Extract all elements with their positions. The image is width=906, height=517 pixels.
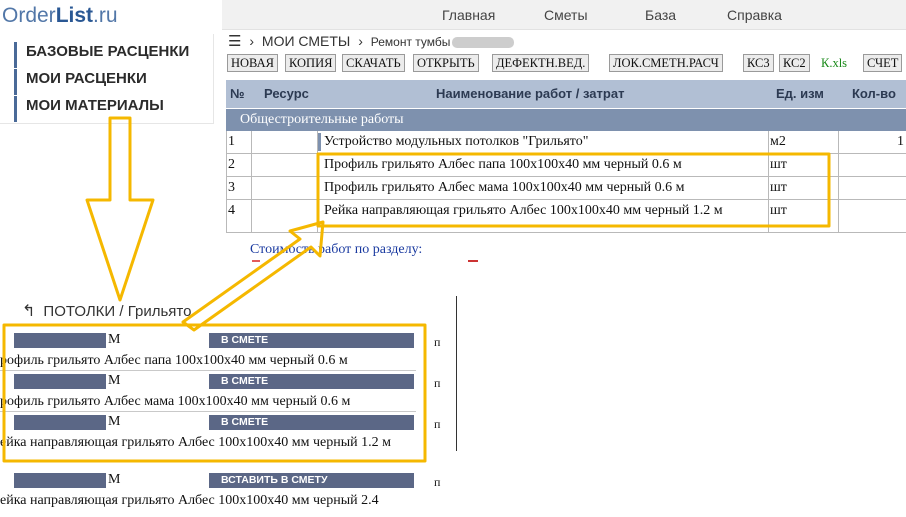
menu-my-rates[interactable]: МОИ РАСЦЕНКИ <box>14 69 214 95</box>
blurred-code <box>14 333 106 348</box>
nav-help[interactable]: Справка <box>727 7 782 23</box>
back-arrow-icon[interactable]: ↰ <box>22 301 35 321</box>
blurred-code <box>14 473 106 488</box>
download-button[interactable]: СКАЧАТЬ <box>342 54 405 72</box>
estimate-table: 1 Устройство модульных потолков "Грильят… <box>226 131 906 233</box>
defect-sheet-button[interactable]: ДЕФЕКТН.ВЕД. <box>492 54 590 72</box>
blurred-code <box>14 415 106 430</box>
nav-estimates[interactable]: Сметы <box>544 7 588 23</box>
table-header: № Ресурс Наименование работ / затрат Ед.… <box>226 80 906 108</box>
in-estimate-badge[interactable]: В СМЕТЕ <box>209 415 414 430</box>
in-estimate-badge[interactable]: В СМЕТЕ <box>209 374 414 389</box>
site-logo[interactable]: OrderList.ru <box>2 4 118 28</box>
table-row[interactable]: 1 Устройство модульных потолков "Грильят… <box>226 131 906 154</box>
section-header[interactable]: Общестроительные работы <box>226 109 906 131</box>
insert-into-estimate-button[interactable]: ВСТАВИТЬ В СМЕТУ <box>209 473 414 488</box>
col-unit: Ед. изм <box>776 86 824 101</box>
ks2-button[interactable]: КС2 <box>779 54 810 72</box>
blurred-code <box>14 374 106 389</box>
new-button[interactable]: НОВАЯ <box>227 54 278 72</box>
nav-base[interactable]: База <box>645 7 676 23</box>
open-button[interactable]: ОТКРЫТЬ <box>413 54 479 72</box>
invoice-button[interactable]: СЧЕТ <box>863 54 903 72</box>
table-row[interactable]: 3 Профиль грильято Албес мама 100x100x40… <box>226 177 906 200</box>
col-name: Наименование работ / затрат <box>436 86 625 101</box>
col-number: № <box>230 86 245 101</box>
col-qty: Кол-во <box>852 86 896 101</box>
menu-my-materials[interactable]: МОИ МАТЕРИАЛЫ <box>14 96 214 122</box>
breadcrumb-current: Ремонт тумбы <box>370 35 451 49</box>
column-divider <box>456 296 457 451</box>
breadcrumb: ☰ › МОИ СМЕТЫ › Ремонт тумбы <box>228 32 515 50</box>
nav-home[interactable]: Главная <box>442 7 495 23</box>
in-estimate-badge[interactable]: В СМЕТЕ <box>209 333 414 348</box>
table-row[interactable]: 2 Профиль грильято Албес папа 100x100x40… <box>226 154 906 177</box>
materials-back-link[interactable]: ↰ ПОТОЛКИ / Грильято <box>22 301 191 321</box>
top-navigation: Главная Сметы База Справка <box>222 0 906 30</box>
diagonal-arrow-icon <box>181 220 325 332</box>
xls-button[interactable]: К.xls <box>817 54 851 72</box>
copy-button[interactable]: КОПИЯ <box>285 54 337 72</box>
cut-off-red-text <box>228 258 488 272</box>
menu-base-rates[interactable]: БАЗОВЫЕ РАСЦЕНКИ <box>14 42 214 68</box>
down-arrow-icon <box>85 116 155 302</box>
ks3-button[interactable]: КС3 <box>743 54 774 72</box>
section-total-label: Стоимость работ по разделу: <box>250 242 423 257</box>
local-estimate-button[interactable]: ЛОК.СМЕТН.РАСЧ <box>609 54 723 72</box>
breadcrumb-my-estimates[interactable]: МОИ СМЕТЫ <box>262 33 350 49</box>
col-resource: Ресурс <box>264 86 309 101</box>
left-menu: БАЗОВЫЕ РАСЦЕНКИ МОИ РАСЦЕНКИ МОИ МАТЕРИ… <box>14 42 214 123</box>
table-row[interactable]: 4 Рейка направляющая грильято Албес 100x… <box>226 200 906 233</box>
hamburger-icon[interactable]: ☰ <box>228 33 241 50</box>
blurred-text <box>452 36 515 48</box>
